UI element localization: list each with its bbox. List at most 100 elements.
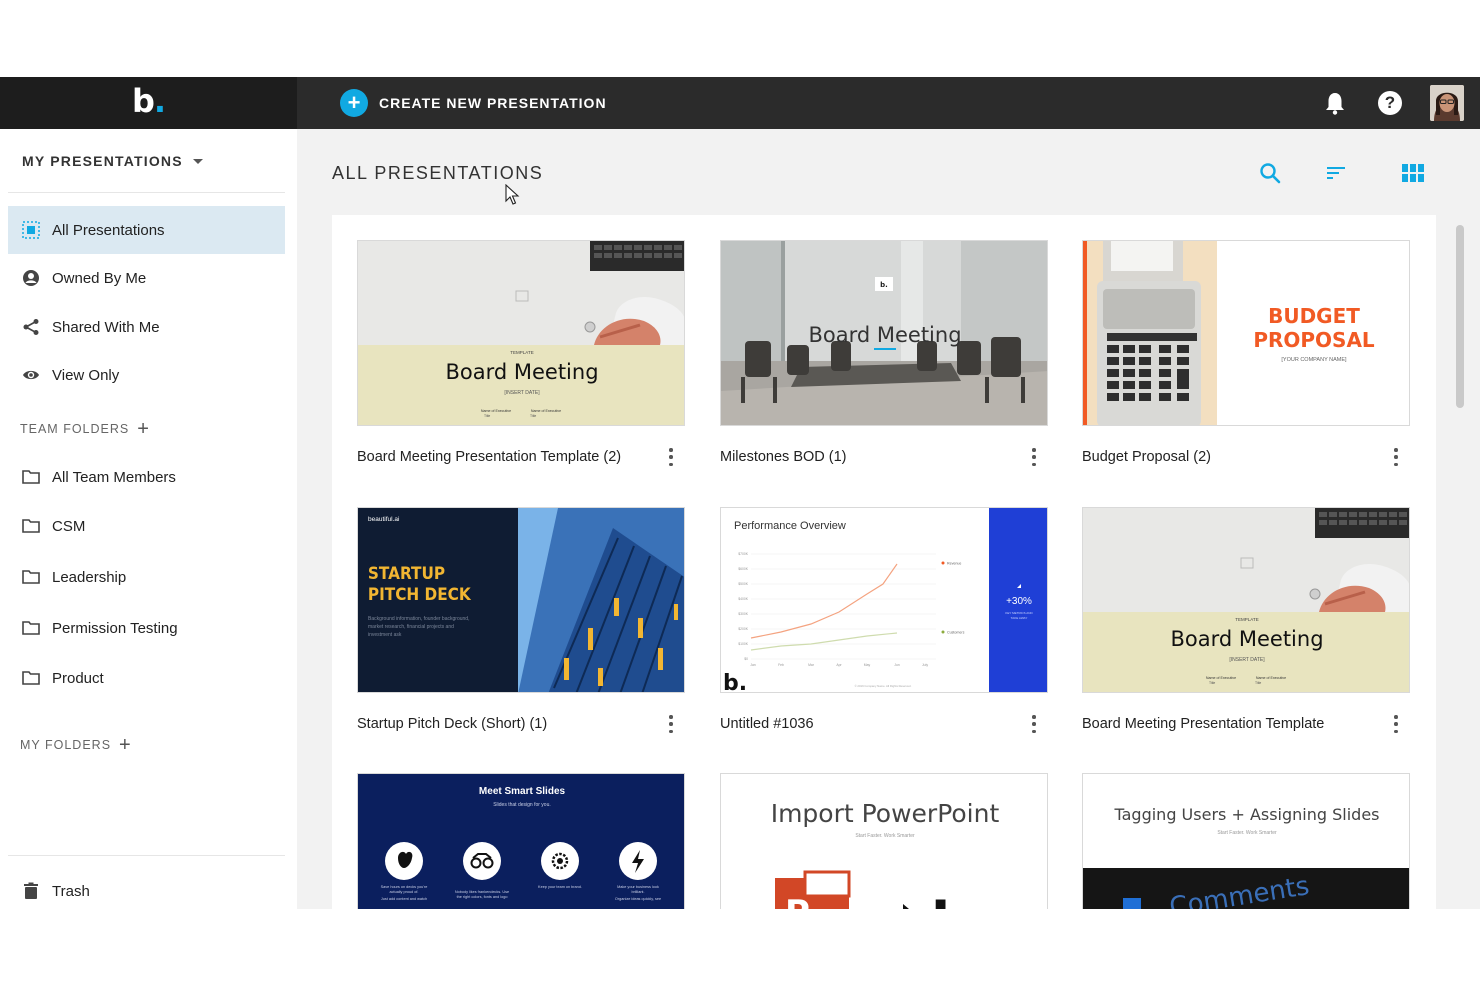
share-icon: [22, 318, 40, 336]
sidebar-item-view-only[interactable]: View Only: [8, 351, 285, 399]
presentation-thumbnail[interactable]: Import PowerPoint Start Faster. Work Sma…: [720, 773, 1048, 909]
presentation-thumbnail[interactable]: Performance Overview $700K $600K $500K $…: [720, 507, 1048, 693]
feature-caption: the right colors, fonts and logo: [457, 895, 508, 899]
feature-caption: Keep your team on brand.: [538, 885, 582, 889]
powerpoint-letter: P: [785, 893, 810, 909]
logo-area[interactable]: b.: [0, 77, 297, 129]
thumb-logo: b.: [723, 671, 747, 693]
legend-revenue: Revenue: [947, 562, 961, 566]
presentation-title[interactable]: Budget Proposal (2): [1082, 449, 1211, 465]
page-title: ALL PRESENTATIONS: [332, 163, 544, 183]
thumb-heading-line2: PITCH DECK: [368, 584, 472, 604]
sidebar-item-owned-by-me[interactable]: Owned By Me: [8, 254, 285, 302]
feature-caption: Save hours on decks you're: [381, 885, 428, 889]
folder-label: Product: [52, 669, 104, 687]
folder-icon: [22, 517, 40, 535]
sidebar-folder-permission-testing[interactable]: Permission Testing: [8, 604, 285, 652]
add-team-folder-button[interactable]: +: [137, 419, 150, 439]
y-tick: $300K: [738, 612, 749, 616]
presentation-title[interactable]: Milestones BOD (1): [720, 449, 847, 465]
sidebar-item-trash[interactable]: Trash: [8, 867, 285, 909]
trash-icon: [22, 882, 40, 900]
add-my-folder-button[interactable]: +: [119, 735, 132, 755]
thumb-body: market research, financial projects and: [368, 624, 454, 630]
presentation-title[interactable]: Board Meeting Presentation Template (2): [357, 449, 621, 465]
sort-icon[interactable]: [1324, 161, 1348, 185]
thumb-exec-name-1: Name of Executive: [481, 409, 511, 413]
more-options-icon[interactable]: [1028, 448, 1040, 466]
presentation-thumbnail[interactable]: BUDGET PROPOSAL [YOUR COMPANY NAME]: [1082, 240, 1410, 426]
folder-icon: [22, 619, 40, 637]
eye-icon: [22, 366, 40, 384]
feature-caption: Just add content and watch: [381, 897, 427, 901]
presentation-title[interactable]: Board Meeting Presentation Template: [1082, 716, 1324, 732]
more-options-icon[interactable]: [1390, 715, 1402, 733]
thumb-heading-line2: PROPOSAL: [1253, 328, 1375, 352]
feature-caption: Make your business look: [617, 885, 659, 889]
sidebar-item-shared-with-me[interactable]: Shared With Me: [8, 303, 285, 351]
sidebar-item-label: View Only: [52, 366, 120, 384]
thumb-heading: Board Meeting: [1170, 627, 1323, 651]
presentation-thumbnail[interactable]: beautiful.ai STARTUP PITCH DECK Backgrou…: [357, 507, 685, 693]
help-icon[interactable]: ?: [1378, 91, 1402, 115]
more-options-icon[interactable]: [665, 448, 677, 466]
folder-icon: [22, 468, 40, 486]
thumb-heading: Board Meeting: [808, 323, 961, 347]
sidebar-item-all-presentations[interactable]: All Presentations: [8, 206, 285, 254]
presentation-title[interactable]: Untitled #1036: [720, 716, 814, 732]
team-folders-header: TEAM FOLDERS +: [20, 419, 150, 439]
presentation-title[interactable]: Startup Pitch Deck (Short) (1): [357, 716, 547, 732]
x-tick: July: [922, 663, 928, 667]
feature-caption: Organize ideas quickly, see: [615, 897, 661, 901]
my-presentations-dropdown[interactable]: MY PRESENTATIONS: [22, 153, 203, 169]
app-window: b. + CREATE NEW PRESENTATION ? MY PRESEN…: [0, 77, 1480, 909]
x-tick: Jan: [750, 663, 756, 667]
presentation-thumbnail[interactable]: Meet Smart Slides Slides that design for…: [357, 773, 685, 909]
thumb-body: investment ask: [368, 632, 402, 638]
thumb-heading: Tagging Users + Assigning Slides: [1113, 805, 1379, 824]
user-icon: [22, 269, 40, 287]
thumb-stat-sub: KEY METRICS AND: [1005, 611, 1033, 615]
thumb-exec-name-1: Name of Executive: [1206, 676, 1236, 680]
thumb-heading: Meet Smart Slides: [479, 786, 566, 797]
x-tick: Mar: [808, 663, 815, 667]
thumb-heading: Board Meeting: [445, 360, 598, 384]
y-tick: $400K: [738, 597, 749, 601]
more-options-icon[interactable]: [1390, 448, 1402, 466]
create-presentation-button[interactable]: + CREATE NEW PRESENTATION: [340, 88, 607, 118]
top-bar: b. + CREATE NEW PRESENTATION ?: [0, 77, 1480, 129]
my-folders-label: MY FOLDERS: [20, 738, 112, 752]
search-icon[interactable]: [1258, 161, 1282, 185]
thumb-heading: Performance Overview: [734, 520, 846, 532]
presentation-thumbnail[interactable]: Tagging Users + Assigning Slides Start F…: [1082, 773, 1410, 909]
thumb-heading-line1: BUDGET: [1268, 304, 1360, 328]
more-options-icon[interactable]: [665, 715, 677, 733]
sidebar-folder-csm[interactable]: CSM: [8, 502, 285, 550]
bell-icon[interactable]: [1324, 91, 1346, 115]
thumb-footer: © 2019 Company Name. All Rights Reserved…: [855, 684, 912, 688]
grid-view-icon[interactable]: [1401, 161, 1425, 185]
thumb-exec-name-2: Name of Executive: [531, 409, 561, 413]
folder-label: Leadership: [52, 568, 127, 586]
presentation-thumbnail[interactable]: TEMPLATE Board Meeting [INSERT DATE] Nam…: [357, 240, 685, 426]
sidebar-folder-leadership[interactable]: Leadership: [8, 553, 285, 601]
x-tick: May: [864, 663, 871, 667]
my-presentations-label: MY PRESENTATIONS: [22, 153, 183, 169]
y-tick: $600K: [738, 567, 749, 571]
thumb-body: Background information, founder backgrou…: [368, 616, 469, 622]
feature-caption: Nobody likes frankendecks. Use: [455, 890, 509, 894]
sidebar-folder-all-team-members[interactable]: All Team Members: [8, 453, 285, 501]
sidebar-folder-product[interactable]: Product: [8, 654, 285, 702]
sidebar-divider: [8, 192, 285, 193]
thumb-subheading: Start Faster. Work Smarter: [855, 833, 915, 839]
create-presentation-label: CREATE NEW PRESENTATION: [379, 95, 607, 111]
scrollbar-thumb[interactable]: [1456, 225, 1464, 408]
team-folders-label: TEAM FOLDERS: [20, 422, 130, 436]
more-options-icon[interactable]: [1028, 715, 1040, 733]
all-presentations-icon: [22, 221, 40, 239]
presentation-thumbnail[interactable]: b. Board Meeting: [720, 240, 1048, 426]
thumb-company: [YOUR COMPANY NAME]: [1281, 357, 1347, 363]
presentations-grid: TEMPLATE Board Meeting [INSERT DATE] Nam…: [332, 215, 1436, 909]
presentation-thumbnail[interactable]: TEMPLATE Board Meeting [INSERT DATE] Nam…: [1082, 507, 1410, 693]
user-avatar[interactable]: [1430, 85, 1464, 121]
